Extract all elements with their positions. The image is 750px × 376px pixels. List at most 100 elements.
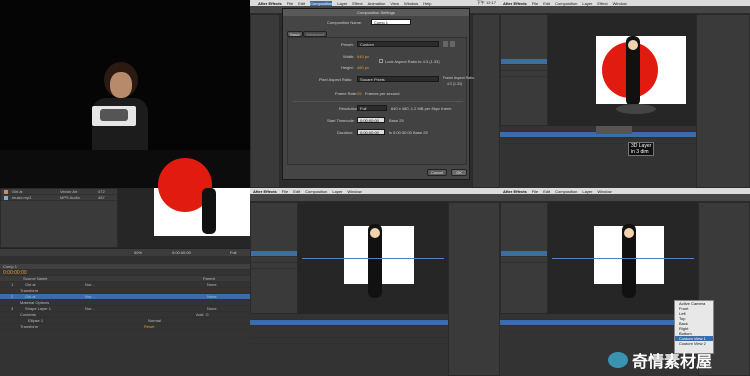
comp-viewer-4 — [548, 202, 698, 314]
tools-panel-4 — [500, 194, 750, 202]
timeline-row[interactable] — [250, 338, 448, 344]
resolution-select[interactable]: Full — [357, 105, 387, 111]
transform-label: Transform — [20, 324, 39, 329]
resolution-select[interactable]: Full — [230, 250, 236, 255]
layer-mode[interactable]: Nor... — [85, 282, 207, 287]
menu-effect-2[interactable]: Effect — [597, 1, 607, 6]
menu-file-4[interactable]: File — [532, 189, 538, 194]
menu-edit-4[interactable]: Edit — [543, 189, 550, 194]
girl-figure — [202, 188, 216, 234]
switches-icons[interactable] — [596, 126, 632, 134]
timeline-row[interactable] — [500, 326, 698, 332]
screen-top-right: After Effects File Edit Composition Laye… — [500, 0, 750, 188]
project-file-row[interactable]: music.mp3 MPS Audio 487 — [1, 195, 117, 201]
menu-layer-3[interactable]: Layer — [332, 189, 342, 194]
menu-file-3[interactable]: File — [282, 189, 288, 194]
height-value[interactable]: 480 px — [357, 65, 369, 70]
menu-edit-2[interactable]: Edit — [543, 1, 550, 6]
delete-preset-icon[interactable] — [450, 41, 455, 47]
time-readout[interactable]: 0:00:00:00 — [172, 250, 191, 255]
contents-label: Contents — [20, 312, 37, 317]
menu-app-name[interactable]: After Effects — [258, 1, 282, 6]
separator-line — [293, 101, 463, 102]
right-panel-bg — [472, 14, 500, 188]
presenter-face — [110, 72, 132, 98]
screen-bottom-left: Girl.ai Vector Art 472 music.mp3 MPS Aud… — [0, 158, 250, 376]
resolution-info: 640 x 480, 1.2 MB per 8bpc frame — [391, 106, 452, 111]
printout-sketch — [100, 109, 128, 121]
comp-viewer-2 — [548, 14, 696, 126]
menu-window-4[interactable]: Window — [597, 189, 611, 194]
menu-edit[interactable]: Edit — [298, 1, 305, 6]
menu-window-3[interactable]: Window — [347, 189, 361, 194]
comp-name-field[interactable]: Comp 1 — [371, 19, 411, 25]
menu-file-2[interactable]: File — [532, 1, 538, 6]
menu-app-name-4[interactable]: After Effects — [503, 189, 527, 194]
duration-label: Duration: — [337, 130, 354, 135]
effects-panel-3 — [448, 202, 500, 376]
menu-composition-3[interactable]: Composition — [305, 189, 327, 194]
duration-field[interactable]: 0:00:00:00 — [357, 129, 385, 135]
far-value: 4:3 (1.33) — [447, 82, 462, 86]
layer-parent[interactable]: None — [207, 306, 217, 311]
col-parent: Parent — [203, 276, 215, 281]
layer-num: 2 — [11, 294, 14, 299]
save-preset-icon[interactable] — [443, 41, 448, 47]
layer-mode[interactable]: Nor... — [85, 294, 207, 299]
width-value[interactable]: 640 px — [357, 54, 369, 59]
layer-parent[interactable]: None — [207, 282, 217, 287]
zoom-select[interactable]: 50% — [134, 250, 142, 255]
lock-aspect-checkbox[interactable] — [379, 59, 383, 63]
menu-effect[interactable]: Effect — [352, 1, 362, 6]
cancel-button[interactable]: Cancel — [427, 169, 447, 176]
viewer-controls: 50% 0:00:00:00 Full — [0, 248, 250, 256]
par-select[interactable]: Square Pixels — [357, 76, 439, 82]
project-list: Girl.ai Vector Art 472 music.mp3 MPS Aud… — [0, 188, 118, 248]
menu-edit-3[interactable]: Edit — [293, 189, 300, 194]
menu-view[interactable]: View — [390, 1, 399, 6]
transform-row-2[interactable]: Transform Reset — [0, 324, 250, 330]
frame-rate-value[interactable]: 25 — [357, 91, 361, 96]
blend-mode[interactable]: Normal — [148, 318, 161, 323]
ok-button[interactable]: OK — [451, 169, 467, 176]
tools-panel-3 — [250, 194, 500, 202]
menu-file[interactable]: File — [287, 1, 293, 6]
preset-select[interactable]: Custom — [357, 41, 439, 47]
girl-face — [370, 228, 380, 238]
reset-link[interactable]: Reset — [144, 324, 154, 329]
girl-face — [628, 40, 638, 50]
layer-name: Girl.ai — [25, 282, 36, 287]
menu-window-2[interactable]: Window — [613, 1, 627, 6]
project-panel-2 — [500, 14, 548, 126]
menu-composition[interactable]: Composition — [310, 0, 333, 6]
start-timecode-field[interactable]: 0:00:00:00 — [357, 117, 385, 123]
project-item[interactable] — [501, 257, 547, 263]
layer-parent[interactable]: None — [207, 294, 217, 299]
screen-bottom-middle: After Effects File Edit Composition Laye… — [250, 188, 500, 376]
layer-mode[interactable]: Nor... — [85, 306, 207, 311]
effects-panel-2 — [696, 14, 750, 188]
menu-window[interactable]: Window — [404, 1, 418, 6]
project-item[interactable] — [501, 71, 547, 77]
timeline-panel-3 — [250, 314, 448, 376]
menu-app-name-3[interactable]: After Effects — [253, 189, 277, 194]
menu-composition-4[interactable]: Composition — [555, 189, 577, 194]
menu-layer-4[interactable]: Layer — [582, 189, 592, 194]
comp-settings-dialog: Composition Settings Composition Name: C… — [282, 8, 475, 180]
menu-layer[interactable]: Layer — [337, 1, 347, 6]
menu-composition-2[interactable]: Composition — [555, 1, 577, 6]
add-button[interactable]: Add: ⊙ — [196, 312, 209, 317]
ellipse-label: Ellipse 1 — [28, 318, 44, 323]
file-size: 472 — [98, 189, 105, 194]
duration-note: is 0:00:30:00 Base 25 — [389, 130, 428, 135]
lock-aspect-label: Lock Aspect Ratio to 4:3 (1.33) — [385, 59, 440, 64]
menu-animation[interactable]: Animation — [368, 1, 386, 6]
menu-app-name-2[interactable]: After Effects — [503, 1, 527, 6]
timeline-row[interactable] — [500, 138, 696, 144]
file-name: music.mp3 — [12, 195, 32, 200]
figure-shadow — [616, 104, 656, 114]
menu-custom-view-2[interactable]: Custom View 2 — [675, 341, 713, 346]
project-item[interactable] — [251, 263, 297, 269]
menu-layer-2[interactable]: Layer — [582, 1, 592, 6]
menu-help[interactable]: Help — [423, 1, 431, 6]
